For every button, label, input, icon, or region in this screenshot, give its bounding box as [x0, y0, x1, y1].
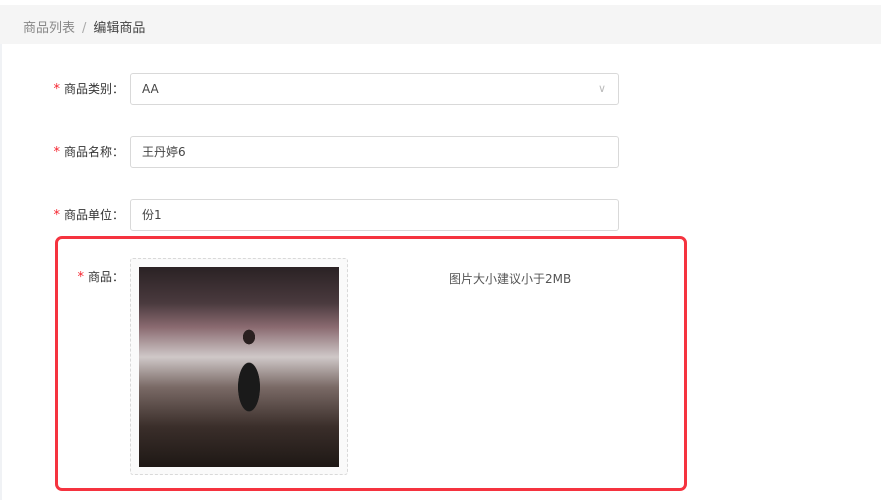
name-input[interactable]: 王丹婷6 — [130, 136, 619, 168]
category-label: * 商品类别： — [53, 82, 124, 97]
unit-label: * 商品单位： — [53, 208, 124, 223]
form-row-category: * 商品类别： AA ∨ — [0, 73, 881, 105]
unit-value: 份1 — [142, 208, 162, 222]
required-star: * — [53, 208, 60, 223]
name-label: * 商品名称： — [53, 145, 124, 160]
name-value: 王丹婷6 — [142, 145, 186, 159]
unit-label-text: 商品单位 — [63, 208, 112, 222]
image-upload[interactable] — [130, 258, 348, 475]
name-label-text: 商品名称 — [63, 145, 112, 159]
breadcrumb-separator: / — [82, 21, 87, 36]
required-star: * — [77, 270, 84, 285]
form-row-name: * 商品名称： 王丹婷6 — [0, 136, 881, 168]
breadcrumb-edit-product: 编辑商品 — [93, 21, 146, 36]
image-size-hint: 图片大小建议小于2MB — [449, 272, 572, 286]
form-row-unit: * 商品单位： 份1 — [0, 199, 881, 231]
breadcrumb-bar: 商品列表 / 编辑商品 — [0, 5, 881, 44]
breadcrumb-product-list[interactable]: 商品列表 — [23, 21, 75, 36]
image-label: * 商品： — [77, 270, 124, 285]
required-star: * — [53, 145, 60, 160]
category-value: AA — [142, 82, 159, 96]
category-label-text: 商品类别 — [63, 82, 112, 96]
breadcrumb: 商品列表 / 编辑商品 — [23, 17, 145, 36]
category-select[interactable]: AA ∨ — [130, 73, 619, 105]
unit-input[interactable]: 份1 — [130, 199, 619, 231]
required-star: * — [53, 82, 60, 97]
image-label-text: 商品 — [87, 270, 112, 284]
product-image — [139, 267, 339, 467]
chevron-down-icon: ∨ — [597, 82, 606, 95]
